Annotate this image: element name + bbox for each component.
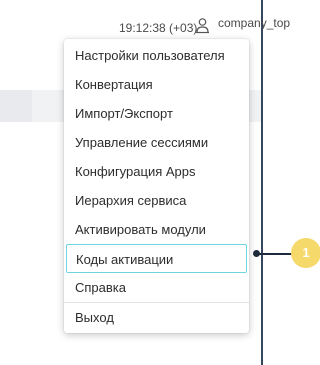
menu-item-session-management[interactable]: Управление сессиями — [64, 128, 249, 157]
menu-item-help[interactable]: Справка — [64, 273, 249, 302]
menu-item-logout[interactable]: Выход — [64, 302, 249, 331]
session-time: 19:12:38 (+03) — [119, 21, 198, 35]
callout-dot — [253, 250, 260, 257]
menu-item-service-hierarchy[interactable]: Иерархия сервиса — [64, 186, 249, 215]
user-icon[interactable] — [195, 17, 210, 34]
menu-item-user-settings[interactable]: Настройки пользователя — [64, 41, 249, 70]
callout-badge: 1 — [291, 238, 320, 268]
content-header-cell — [0, 90, 32, 122]
menu-item-apps-configuration[interactable]: Конфигурация Apps — [64, 157, 249, 186]
menu-item-conversion[interactable]: Конвертация — [64, 70, 249, 99]
menu-item-activation-codes[interactable]: Коды активации — [66, 244, 247, 273]
company-name[interactable]: company_top — [218, 16, 290, 30]
menu-item-activate-modules[interactable]: Активировать модули — [64, 215, 249, 244]
menu-item-import-export[interactable]: Импорт/Экспорт — [64, 99, 249, 128]
user-dropdown-menu: Настройки пользователя Конвертация Импор… — [64, 39, 249, 333]
